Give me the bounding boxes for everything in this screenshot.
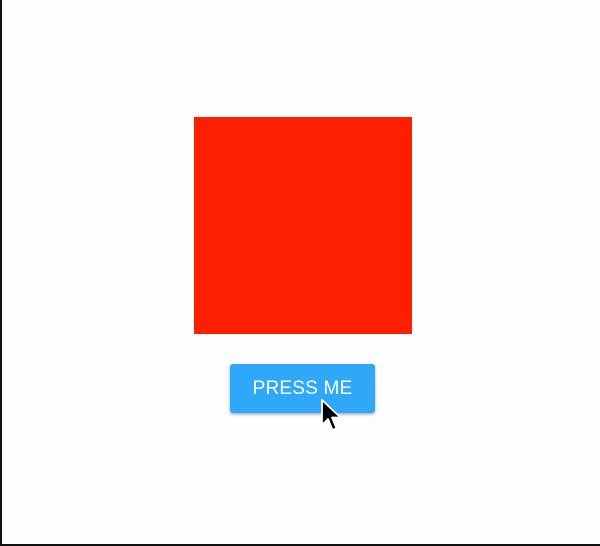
press-me-button[interactable]: PRESS ME <box>230 364 375 413</box>
app-canvas: PRESS ME <box>0 0 600 546</box>
red-square <box>194 117 412 334</box>
